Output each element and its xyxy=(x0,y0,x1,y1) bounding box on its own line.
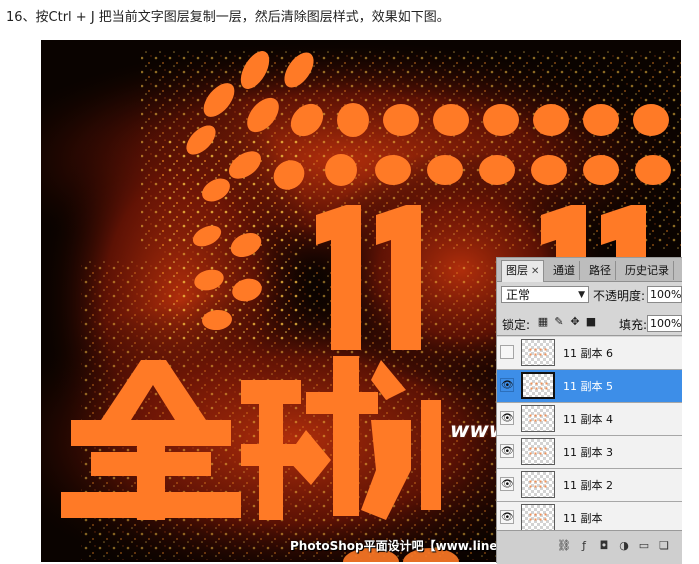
new-layer-icon[interactable]: ❏ xyxy=(657,539,671,553)
layer-row-copy-4[interactable]: 👁 11 副本 4 xyxy=(497,403,682,436)
fill-field[interactable]: 100% xyxy=(647,315,682,332)
fill-value: 100% xyxy=(650,317,682,330)
blend-mode-value: 正常 xyxy=(506,288,531,302)
lock-label: 锁定: xyxy=(502,318,531,332)
layer-name: 11 副本 2 xyxy=(563,479,613,492)
blend-row: 正常 ▼ 不透明度: 100% xyxy=(497,282,682,309)
layer-name: 11 副本 6 xyxy=(563,347,613,360)
layer-row-copy[interactable]: 👁 11 副本 xyxy=(497,502,682,530)
tutorial-step-caption: 16、按Ctrl + J 把当前文字图层复制一层，然后清除图层样式，效果如下图。 xyxy=(6,10,450,25)
tab-channels[interactable]: 通道 xyxy=(549,261,580,280)
layer-name: 11 副本 5 xyxy=(563,380,613,393)
opacity-field[interactable]: 100% xyxy=(647,286,682,303)
panel-bottom-toolbar: ⛓ ƒ ◘ ◑ ▭ ❏ xyxy=(497,530,682,564)
tab-layers-label: 图层 xyxy=(506,264,528,277)
eye-icon[interactable]: 👁 xyxy=(500,477,514,491)
blend-mode-select[interactable]: 正常 ▼ xyxy=(501,286,589,303)
layer-row-copy-6[interactable]: 11 副本 6 xyxy=(497,337,682,370)
layer-row-copy-3[interactable]: 👁 11 副本 3 xyxy=(497,436,682,469)
layer-row-copy-2[interactable]: 👁 11 副本 2 xyxy=(497,469,682,502)
opacity-value: 100% xyxy=(650,288,682,301)
link-layers-icon[interactable]: ⛓ xyxy=(557,539,571,553)
eye-icon[interactable]: 👁 xyxy=(500,378,514,392)
layer-name: 11 副本 3 xyxy=(563,446,613,459)
tab-layers[interactable]: 图层 ✕ xyxy=(501,260,545,282)
layer-row-copy-5[interactable]: 👁 11 副本 5 xyxy=(497,370,682,403)
layer-name: 11 副本 4 xyxy=(563,413,613,426)
eye-icon[interactable]: 👁 xyxy=(500,510,514,524)
lock-all-icon[interactable]: ■ xyxy=(585,316,597,328)
lock-transparent-icon[interactable]: ▦ xyxy=(537,316,549,328)
visibility-toggle[interactable] xyxy=(500,345,514,359)
close-icon[interactable]: ✕ xyxy=(531,266,539,277)
layer-thumbnail xyxy=(521,438,555,465)
layer-list: 11 副本 6 👁 11 副本 5 👁 11 副本 4 👁 11 副本 3 👁 … xyxy=(497,337,682,530)
layer-thumbnail xyxy=(521,504,555,530)
lock-row: 锁定: ▦ ✎ ✥ ■ 填充: 100% xyxy=(497,311,682,336)
tab-paths-label: 路径 xyxy=(589,264,611,277)
layer-thumbnail xyxy=(521,339,555,366)
tab-paths[interactable]: 路径 xyxy=(585,261,616,280)
layer-thumbnail xyxy=(521,471,555,498)
layer-thumbnail xyxy=(521,372,555,399)
layer-name: 11 副本 xyxy=(563,512,603,525)
chevron-down-icon: ▼ xyxy=(578,290,585,300)
lock-brush-icon[interactable]: ✎ xyxy=(553,316,565,328)
tab-history[interactable]: 历史记录 xyxy=(621,261,674,280)
eye-icon[interactable]: 👁 xyxy=(500,411,514,425)
fx-icon[interactable]: ƒ xyxy=(577,539,591,553)
eye-icon[interactable]: 👁 xyxy=(500,444,514,458)
lock-move-icon[interactable]: ✥ xyxy=(569,316,581,328)
tab-channels-label: 通道 xyxy=(553,264,575,277)
layers-panel: 图层 ✕ 通道 路径 历史记录 正常 ▼ 不透明度: 100% 锁定: ▦ ✎ ✥… xyxy=(496,257,682,564)
layer-thumbnail xyxy=(521,405,555,432)
panel-tab-bar: 图层 ✕ 通道 路径 历史记录 xyxy=(497,258,682,282)
folder-icon[interactable]: ▭ xyxy=(637,539,651,553)
mask-icon[interactable]: ◘ xyxy=(597,539,611,553)
opacity-label: 不透明度: xyxy=(593,289,646,303)
tab-history-label: 历史记录 xyxy=(625,264,669,277)
adjustment-icon[interactable]: ◑ xyxy=(617,539,631,553)
fill-label: 填充: xyxy=(619,318,648,332)
